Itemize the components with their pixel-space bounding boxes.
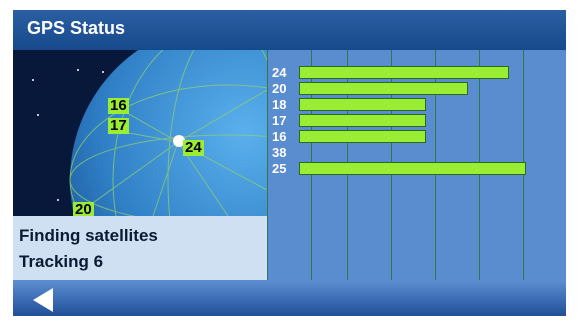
- star: [102, 71, 104, 73]
- status-panel: Finding satellites Tracking 6: [13, 216, 267, 280]
- signal-bar-label: 17: [272, 113, 287, 128]
- star: [57, 199, 59, 201]
- signal-bar-label: 25: [272, 161, 287, 176]
- sky-satellite-label: 20: [73, 201, 94, 216]
- sky-view: 16 17 24 20: [13, 50, 267, 216]
- signal-strength-panel: 24 20 18 17 16 38 25: [267, 50, 566, 316]
- signal-bar: [299, 130, 426, 143]
- footer-bar: [13, 280, 566, 316]
- gridline: [267, 50, 268, 280]
- status-text: Finding satellites: [19, 226, 158, 245]
- sky-satellite-label: 16: [108, 97, 129, 114]
- signal-bar-label: 24: [272, 65, 287, 80]
- star: [37, 114, 39, 116]
- signal-bar: [299, 82, 468, 95]
- signal-bar-label: 16: [272, 129, 287, 144]
- signal-bar: [299, 66, 509, 79]
- signal-bar-label: 20: [272, 81, 287, 96]
- signal-bar-label: 18: [272, 97, 287, 112]
- signal-bar-label: 38: [272, 145, 287, 160]
- back-button[interactable]: [31, 286, 55, 314]
- sky-satellite-label: 17: [108, 117, 129, 134]
- globe-graphic: [32, 50, 267, 216]
- triangle-left-icon: [33, 288, 53, 312]
- tracking-text: Tracking 6: [19, 252, 104, 271]
- sky-satellite-label: 24: [183, 139, 204, 156]
- signal-bar: [299, 98, 426, 111]
- page-title: GPS Status: [27, 18, 126, 38]
- star: [32, 79, 34, 81]
- header-bar: GPS Status: [13, 10, 566, 50]
- signal-bar: [299, 162, 526, 175]
- gps-status-screen: GPS Status 16 17 24 20 Finding satellite…: [13, 10, 566, 316]
- signal-bar: [299, 114, 426, 127]
- star: [77, 69, 79, 71]
